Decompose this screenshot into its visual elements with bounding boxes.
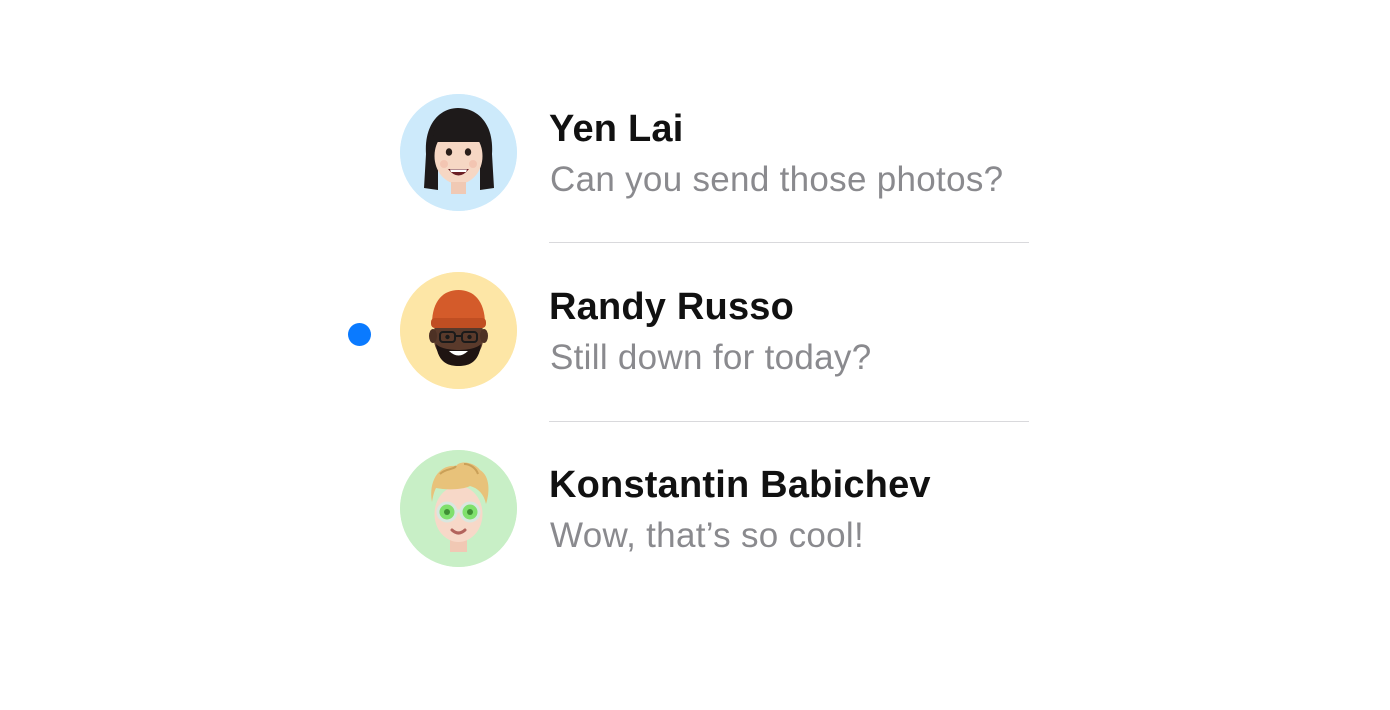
conversation-row-konstantin-babichev[interactable]: Konstantin Babichev Wow, that’s so cool!: [340, 436, 1040, 586]
message-preview: Still down for today?: [550, 338, 872, 377]
divider: [549, 421, 1029, 422]
memoji-man-sunglasses-icon: [400, 450, 517, 567]
avatar: [400, 272, 517, 389]
message-preview: Wow, that’s so cool!: [550, 516, 865, 555]
contact-name: Konstantin Babichev: [549, 464, 931, 506]
contact-name: Randy Russo: [549, 286, 795, 328]
message-preview: Can you send those photos?: [550, 160, 1004, 199]
conversation-row-yen-lai[interactable]: Yen Lai Can you send those photos?: [340, 80, 1040, 230]
contact-name: Yen Lai: [549, 108, 684, 150]
unread-indicator: [348, 323, 371, 346]
conversation-row-randy-russo[interactable]: Randy Russo Still down for today?: [340, 258, 1040, 408]
memoji-woman-bangs-icon: [400, 94, 517, 211]
divider: [549, 242, 1029, 243]
memoji-man-beanie-icon: [400, 272, 517, 389]
avatar: [400, 94, 517, 211]
conversation-list: Yen Lai Can you send those photos? Randy…: [0, 0, 1390, 710]
avatar: [400, 450, 517, 567]
